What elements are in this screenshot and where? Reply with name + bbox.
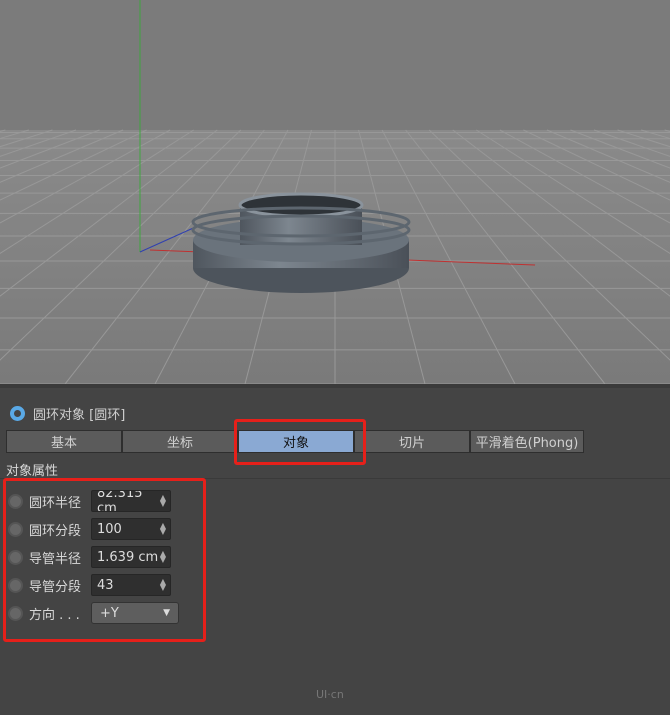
object-header: 圆环对象 [圆环]	[10, 404, 125, 423]
3d-viewport[interactable]	[0, 0, 670, 384]
tab-phong[interactable]: 平滑着色(Phong)	[470, 430, 584, 453]
attributes-panel: 圆环对象 [圆环] 基本 坐标 对象 切片 平滑着色(Phong) 对象属性 圆…	[0, 384, 670, 715]
tab-basic[interactable]: 基本	[6, 430, 122, 453]
params-highlight-box	[3, 478, 206, 642]
viewport-scene	[0, 0, 670, 384]
object-title: 圆环对象 [圆环]	[33, 404, 125, 423]
tab-slice[interactable]: 切片	[354, 430, 470, 453]
section-title: 对象属性	[6, 460, 58, 479]
tab-highlight-box	[234, 419, 366, 465]
torus-icon	[10, 406, 25, 421]
watermark: UI·cn	[316, 688, 344, 701]
tab-coordinates[interactable]: 坐标	[122, 430, 238, 453]
